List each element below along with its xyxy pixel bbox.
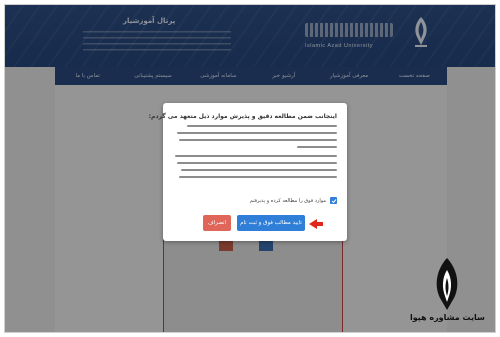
browser-viewport: پرتال آموزشیار Islamic Azad University ص… xyxy=(4,4,496,333)
dialog-text-line xyxy=(179,176,337,178)
agreement-label: موارد فوق را مطالعه کرده و پذیرفتم xyxy=(249,197,326,204)
dialog-text-line xyxy=(181,169,337,171)
agreement-row: موارد فوق را مطالعه کرده و پذیرفتم xyxy=(250,197,337,204)
watermark-logo xyxy=(436,258,458,310)
accept-register-button[interactable]: تایید مطالب فوق و ثبت نام xyxy=(237,215,305,231)
red-arrow-icon xyxy=(309,219,323,229)
dialog-text-line xyxy=(175,155,337,157)
check-icon xyxy=(331,198,336,203)
dialog-text-line xyxy=(177,132,337,134)
agreement-checkbox[interactable] xyxy=(330,197,337,204)
dialog-heading: اینجانب ضمن مطالعه دقیق و پذیرش موارد ذی… xyxy=(148,113,337,120)
dialog-text-line xyxy=(179,139,337,141)
watermark-caption: سایت مشاوره هپوا xyxy=(410,313,485,322)
dialog-text-line xyxy=(177,162,337,164)
dialog-text-line xyxy=(187,125,337,127)
dialog-text-line xyxy=(297,146,337,148)
cancel-button[interactable]: انصراف xyxy=(203,215,231,231)
